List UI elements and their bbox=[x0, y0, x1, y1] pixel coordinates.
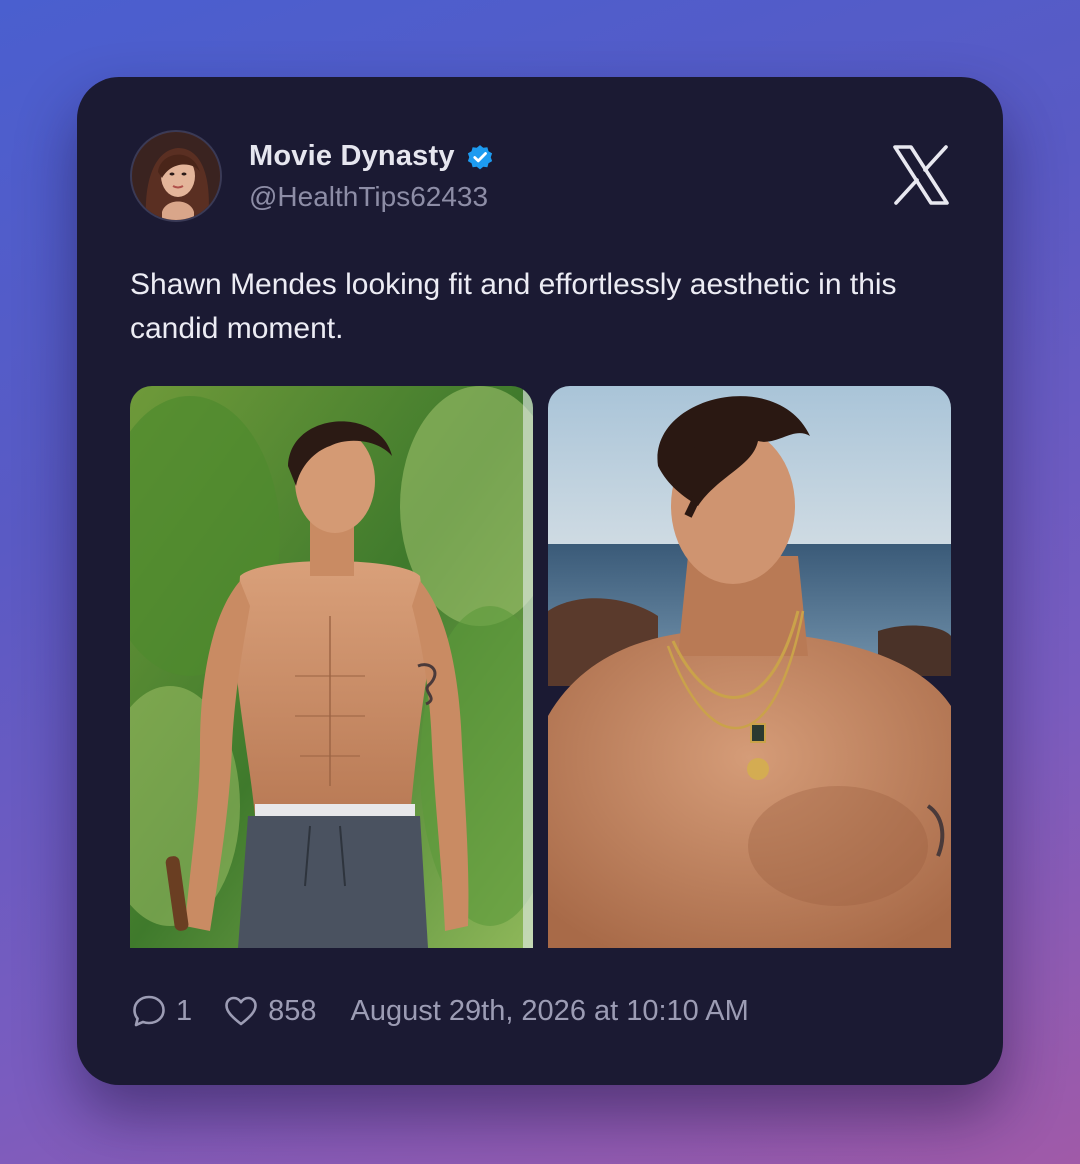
like-icon[interactable] bbox=[222, 992, 260, 1030]
author-handle[interactable]: @HealthTips62433 bbox=[249, 181, 488, 213]
tweet-text: Shawn Mendes looking fit and effortlessl… bbox=[130, 268, 897, 345]
author-display-name[interactable]: Movie Dynasty bbox=[249, 140, 455, 173]
verified-badge-icon bbox=[465, 142, 495, 172]
like-count: 858 bbox=[268, 994, 317, 1027]
tweet-photo-1[interactable] bbox=[130, 386, 533, 948]
author-avatar[interactable] bbox=[130, 130, 222, 222]
author-name-row: Movie Dynasty bbox=[249, 140, 495, 173]
tweet-card: Movie Dynasty @HealthTips62433 Shawn Men… bbox=[77, 77, 1003, 1085]
tweet-footer: 1 858 August 29th, 2026 at 10:10 AM bbox=[130, 990, 749, 1032]
reply-icon[interactable] bbox=[130, 992, 168, 1030]
x-logo-icon[interactable] bbox=[892, 145, 950, 205]
tweet-photo-2[interactable] bbox=[548, 386, 951, 948]
tweet-timestamp[interactable]: August 29th, 2026 at 10:10 AM bbox=[351, 995, 749, 1028]
reply-count: 1 bbox=[176, 994, 193, 1027]
